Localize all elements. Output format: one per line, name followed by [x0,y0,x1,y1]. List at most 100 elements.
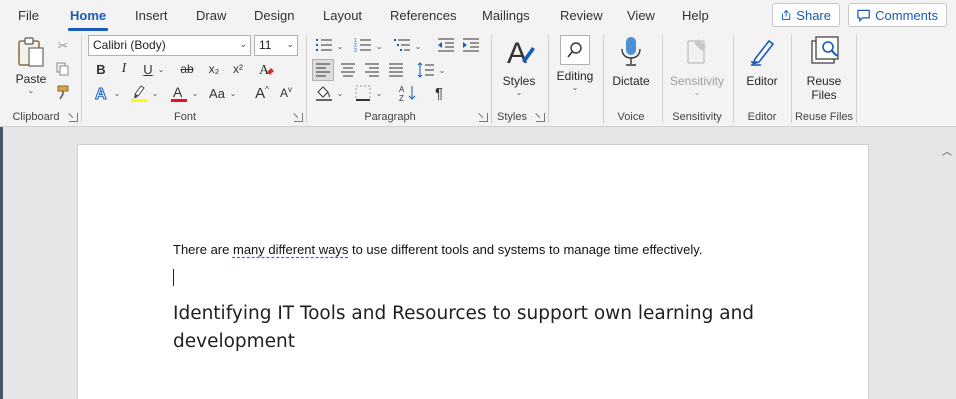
separator [491,35,492,123]
tab-mailings[interactable]: Mailings [482,8,530,28]
font-launcher-icon[interactable] [294,113,303,122]
justify-icon [389,63,403,77]
borders-button[interactable] [353,83,373,103]
shading-button[interactable] [314,83,334,103]
tab-home[interactable]: Home [67,8,109,31]
sensitivity-group-label: Sensitivity [672,111,722,123]
separator [81,35,82,123]
clear-formatting-button[interactable]: A [256,59,278,79]
document-page[interactable]: There are many different ways to use dif… [77,144,869,399]
decrease-indent-button[interactable] [436,36,456,54]
tab-view[interactable]: View [627,8,655,28]
clear-formatting-icon: A [259,63,274,78]
tab-file[interactable]: File [18,8,39,28]
separator [306,35,307,123]
increase-indent-button[interactable] [461,36,481,54]
styles-launcher-icon[interactable] [536,113,545,122]
separator [791,35,792,123]
paste-button[interactable]: Paste ⌄ [10,35,52,95]
borders-chevron-icon[interactable]: ⌄ [374,86,384,100]
line-spacing-icon [417,62,434,78]
show-formatting-marks-button[interactable]: ¶ [430,83,448,103]
tab-layout[interactable]: Layout [323,8,362,28]
font-size-select[interactable]: 11 ⌄ [254,35,298,56]
justify-button[interactable] [386,60,406,80]
numbering-chevron-icon[interactable]: ⌄ [374,39,384,53]
highlight-button[interactable] [128,83,150,103]
font-size-value: 11 [259,38,272,52]
sort-icon: AZ [399,85,416,102]
grammar-flagged-phrase[interactable]: many different ways [233,242,348,257]
bullets-button[interactable] [314,36,334,54]
reuse-files-label-line2: Files [811,88,837,102]
font-name-select[interactable]: Calibri (Body) ⌄ [88,35,251,56]
paragraph-launcher-icon[interactable] [479,113,488,122]
format-painter-icon[interactable] [54,83,72,101]
tab-insert[interactable]: Insert [135,8,168,28]
comments-button[interactable]: Comments [848,3,947,27]
font-color-icon: A [171,84,187,102]
sensitivity-button[interactable]: Sensitivity ⌄ [666,35,728,97]
align-right-button[interactable] [362,60,382,80]
grow-font-button[interactable]: A ^ [253,83,271,103]
svg-text:A: A [507,37,527,69]
shrink-font-button[interactable]: Av [277,83,295,103]
clipboard-launcher-icon[interactable] [69,113,78,122]
bullets-icon [316,39,332,51]
align-center-icon [341,63,355,77]
dictate-button[interactable]: Dictate [607,35,655,88]
paste-dropdown-chevron-icon[interactable]: ⌄ [10,86,52,95]
tab-help[interactable]: Help [682,8,709,28]
styles-button[interactable]: A Styles ⌄ [497,35,541,97]
editor-group-label: Editor [747,111,777,123]
font-color-chevron-icon[interactable]: ⌄ [190,86,200,100]
text-effects-chevron-icon[interactable]: ⌄ [112,86,122,100]
underline-chevron-icon[interactable]: ⌄ [156,60,166,78]
comment-icon [857,9,870,22]
line-spacing-button[interactable] [416,60,436,80]
underline-button[interactable]: U [139,60,157,78]
paste-label: Paste [15,72,47,86]
text-effects-button[interactable]: A [92,83,112,103]
align-center-button[interactable] [338,60,358,80]
strikethrough-button[interactable]: ab [176,60,198,78]
body-paragraph[interactable]: There are many different ways to use dif… [173,242,702,257]
tab-references[interactable]: References [390,8,456,28]
tab-review[interactable]: Review [560,8,603,28]
text-cursor [173,269,174,286]
shading-chevron-icon[interactable]: ⌄ [335,86,345,100]
align-left-button[interactable] [312,59,334,81]
reuse-files-button[interactable]: Reuse Files [797,35,851,102]
highlight-chevron-icon[interactable]: ⌄ [150,86,160,100]
tab-draw[interactable]: Draw [196,8,226,28]
bullets-chevron-icon[interactable]: ⌄ [335,39,345,53]
clipboard-group-label: Clipboard [12,111,60,123]
bold-button[interactable]: B [92,60,110,78]
font-group-label: Font [173,111,196,123]
reuse-files-label-line1: Reuse [806,74,842,88]
document-heading[interactable]: Identifying IT Tools and Resources to su… [173,300,773,356]
multilevel-list-button[interactable] [392,36,412,54]
copy-icon[interactable] [54,60,72,78]
ribbon-tab-bar: File Home Insert Draw Design Layout Refe… [0,0,956,31]
tab-design[interactable]: Design [254,8,294,28]
paste-icon [18,37,44,67]
superscript-button[interactable]: x² [228,60,248,78]
editing-button[interactable]: Editing ⌄ [552,35,598,92]
change-case-chevron-icon[interactable]: ⌄ [228,86,238,100]
cut-icon[interactable]: ✂ [54,37,72,55]
numbering-button[interactable]: 123 [353,36,373,54]
sort-button[interactable]: AZ [398,83,418,103]
font-color-button[interactable]: A [168,83,190,103]
line-spacing-chevron-icon[interactable]: ⌄ [437,63,447,77]
multilevel-chevron-icon[interactable]: ⌄ [413,39,423,53]
editor-button[interactable]: Editor [738,35,786,88]
collapse-ribbon-chevron-up-icon[interactable]: ︿ [942,143,952,158]
paragraph-text-start: There are [173,242,233,257]
svg-text:A: A [399,85,405,94]
borders-icon [355,85,371,101]
italic-button[interactable]: I [115,60,133,78]
subscript-button[interactable]: x₂ [204,60,224,78]
share-button[interactable]: Share [772,3,840,27]
change-case-button[interactable]: Aa [206,83,228,103]
